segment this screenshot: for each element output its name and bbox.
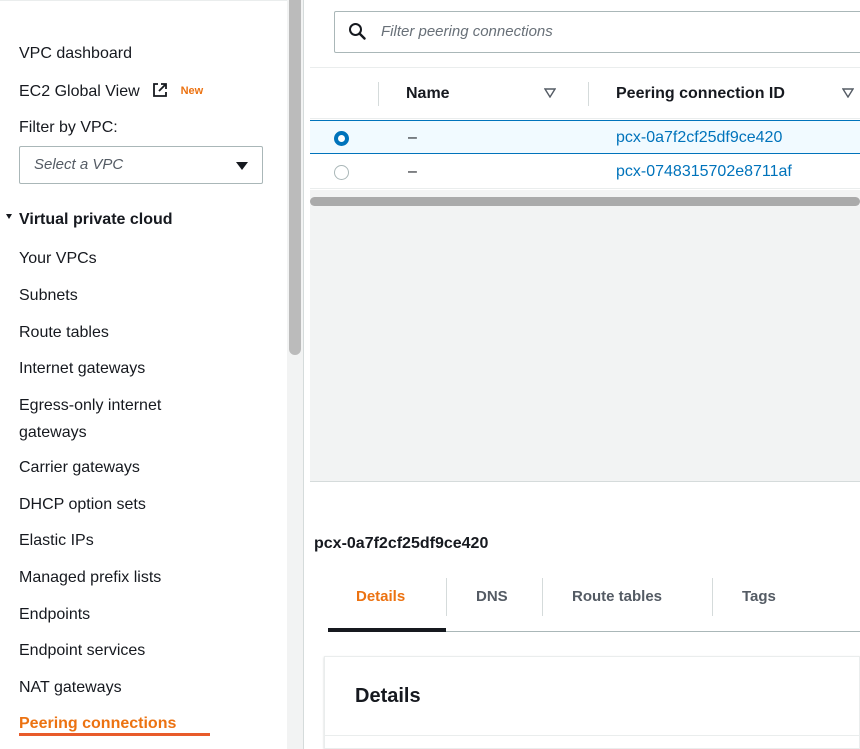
filter-by-vpc-label: Filter by VPC: <box>19 119 118 136</box>
cell-peering-id-link[interactable]: pcx-0748315702e8711af <box>616 163 792 181</box>
column-header-peering-connection-id[interactable]: Peering connection ID <box>616 85 785 103</box>
sidebar-item-dhcp-option-sets[interactable]: DHCP option sets <box>19 495 146 515</box>
sidebar-item-subnets[interactable]: Subnets <box>19 286 78 306</box>
table-empty-area <box>310 190 860 482</box>
caret-down-icon <box>236 162 248 170</box>
sidebar: VPC dashboard EC2 Global View New Filter… <box>0 0 287 749</box>
section-title: Virtual private cloud <box>19 211 173 228</box>
detail-title: pcx-0a7f2cf25df9ce420 <box>314 535 489 552</box>
table-header: Name Peering connection ID <box>310 67 860 119</box>
row-radio[interactable] <box>334 165 349 180</box>
tab-tags[interactable]: Tags <box>742 588 776 605</box>
search-icon <box>349 23 366 40</box>
tab-divider <box>446 578 447 616</box>
horizontal-scrollbar[interactable] <box>310 197 860 206</box>
search-input[interactable]: Filter peering connections <box>334 11 860 53</box>
search-placeholder: Filter peering connections <box>381 23 553 40</box>
main-content: Filter peering connections Name Peering … <box>304 0 860 749</box>
tab-divider <box>542 578 543 616</box>
sidebar-item-elastic-ips[interactable]: Elastic IPs <box>19 531 94 551</box>
sidebar-item-carrier-gateways[interactable]: Carrier gateways <box>19 458 140 478</box>
sidebar-item-egress-only-internet-gateways-line2[interactable]: gateways <box>19 423 87 443</box>
sidebar-item-vpc-dashboard[interactable]: VPC dashboard <box>19 44 132 64</box>
sort-icon[interactable] <box>544 88 556 98</box>
sidebar-item-nat-gateways[interactable]: NAT gateways <box>19 678 122 698</box>
tab-details[interactable]: Details <box>356 588 405 605</box>
vpc-select-placeholder: Select a VPC <box>34 156 124 173</box>
active-item-underline <box>19 733 210 736</box>
collapse-triangle-icon <box>6 214 12 219</box>
sidebar-item-endpoint-services[interactable]: Endpoint services <box>19 641 145 661</box>
sidebar-item-internet-gateways[interactable]: Internet gateways <box>19 359 145 379</box>
tab-route-tables[interactable]: Route tables <box>572 588 662 605</box>
details-panel: Details <box>324 656 860 749</box>
sidebar-scrollbar-thumb[interactable] <box>289 0 301 355</box>
cell-name: – <box>408 163 417 180</box>
sort-icon[interactable] <box>842 88 854 98</box>
column-divider <box>378 82 379 106</box>
section-virtual-private-cloud[interactable]: Virtual private cloud <box>6 211 173 229</box>
cell-name: – <box>408 129 417 146</box>
column-header-name[interactable]: Name <box>406 85 450 103</box>
sidebar-item-peering-connections[interactable]: Peering connections <box>19 714 176 734</box>
sidebar-item-egress-only-internet-gateways[interactable]: Egress-only internet <box>19 396 161 416</box>
panel-divider <box>325 735 859 736</box>
tab-divider <box>712 578 713 616</box>
sidebar-item-endpoints[interactable]: Endpoints <box>19 605 90 625</box>
sidebar-item-your-vpcs[interactable]: Your VPCs <box>19 249 97 269</box>
vpc-select[interactable]: Select a VPC <box>19 146 263 184</box>
sidebar-item-ec2-global-view[interactable]: EC2 Global View New <box>19 81 203 102</box>
table-row[interactable]: – pcx-0748315702e8711af <box>310 155 860 189</box>
sidebar-item-managed-prefix-lists[interactable]: Managed prefix lists <box>19 568 161 588</box>
sidebar-item-label: EC2 Global View <box>19 83 140 100</box>
sidebar-item-route-tables[interactable]: Route tables <box>19 323 109 343</box>
external-link-icon <box>153 83 168 97</box>
row-radio[interactable] <box>334 131 349 146</box>
active-tab-indicator <box>328 628 446 632</box>
new-badge: New <box>180 85 204 97</box>
split-panel-divider[interactable] <box>310 481 860 482</box>
panel-heading: Details <box>355 685 421 707</box>
tab-dns[interactable]: DNS <box>476 588 508 605</box>
table-row[interactable]: – pcx-0a7f2cf25df9ce420 <box>310 120 860 154</box>
cell-peering-id-link[interactable]: pcx-0a7f2cf25df9ce420 <box>616 129 782 147</box>
column-divider <box>588 82 589 106</box>
detail-tabs: Details DNS Route tables Tags <box>328 578 860 632</box>
